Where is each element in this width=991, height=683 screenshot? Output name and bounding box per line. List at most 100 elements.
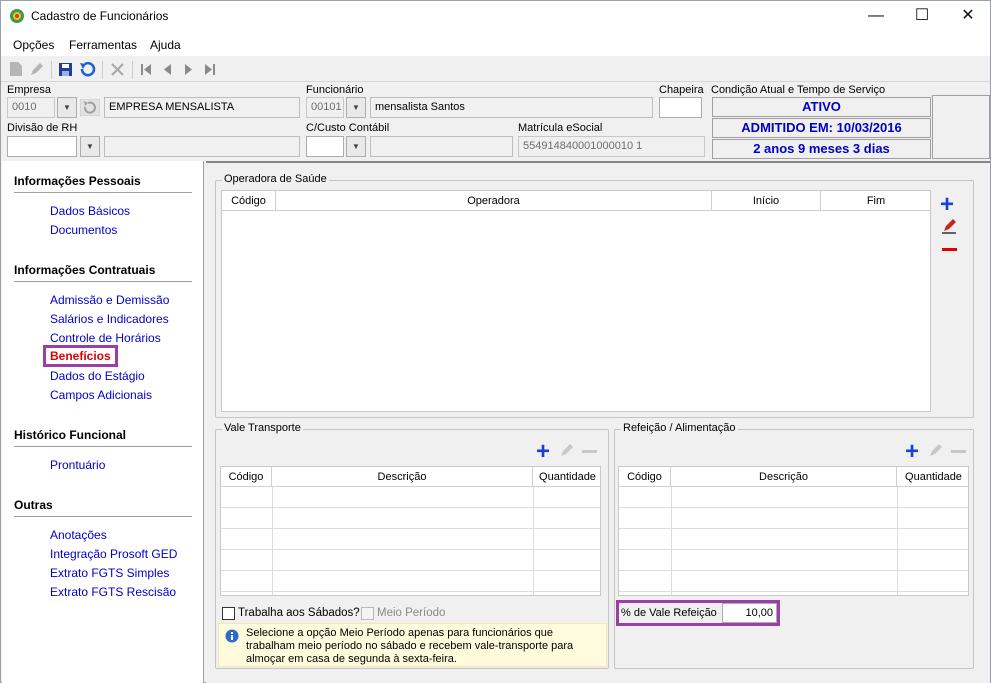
table-row[interactable]: [221, 571, 600, 592]
edit-saude-button[interactable]: [941, 217, 959, 235]
divisao-dropdown[interactable]: ▼: [80, 136, 100, 157]
maximize-button[interactable]: ☐: [899, 1, 945, 32]
meio-periodo-checkbox[interactable]: [361, 607, 374, 620]
section-divider: [14, 281, 192, 282]
sidebar-item-dados-basicos[interactable]: Dados Básicos: [50, 204, 130, 218]
refeicao-group: Refeição / Alimentação + Código Descriçã…: [614, 422, 974, 669]
sidebar-item-documentos[interactable]: Documentos: [50, 223, 117, 237]
ccusto-field[interactable]: [306, 136, 344, 157]
sidebar: Informações Pessoais Dados Básicos Docum…: [2, 161, 204, 683]
empresa-code-field[interactable]: 0010: [7, 97, 55, 118]
remove-refeicao-button[interactable]: [951, 450, 966, 453]
undo-icon[interactable]: [79, 61, 97, 77]
toolbar-separator: [132, 61, 133, 79]
edit-refeicao-button[interactable]: [927, 442, 945, 460]
vale-grid[interactable]: Código Descrição Quantidade: [220, 466, 601, 596]
info-icon: [225, 629, 239, 643]
next-record-icon[interactable]: [184, 63, 194, 76]
table-row[interactable]: [221, 550, 600, 571]
column-header-quantidade[interactable]: Quantidade: [897, 467, 968, 487]
refeicao-title: Refeição / Alimentação: [621, 422, 738, 434]
sidebar-item-anotacoes[interactable]: Anotações: [50, 528, 107, 542]
section-informacoes-pessoais: Informações Pessoais: [14, 174, 141, 188]
add-refeicao-button[interactable]: +: [905, 440, 919, 464]
column-header-inicio[interactable]: Início: [712, 191, 821, 211]
sidebar-item-admissao[interactable]: Admissão e Demissão: [50, 293, 169, 307]
sidebar-item-prontuario[interactable]: Prontuário: [50, 458, 105, 472]
empresa-dropdown[interactable]: ▼: [57, 97, 77, 118]
table-row[interactable]: [221, 529, 600, 550]
column-divider: [671, 487, 672, 595]
edit-vale-button[interactable]: [558, 442, 576, 460]
toolbar-divider: [1, 81, 990, 82]
menu-ajuda[interactable]: Ajuda: [150, 38, 181, 52]
saude-grid[interactable]: Código Operadora Início Fim: [221, 190, 931, 412]
sidebar-item-campos-adicionais[interactable]: Campos Adicionais: [50, 388, 152, 402]
save-icon[interactable]: [58, 62, 73, 77]
divisao-name-field: [104, 136, 300, 157]
divisao-label: Divisão de RH: [7, 122, 78, 134]
column-header-descricao[interactable]: Descrição: [671, 467, 897, 487]
add-vale-button[interactable]: +: [536, 440, 550, 464]
trabalha-sabados-label: Trabalha aos Sábados?: [238, 607, 360, 619]
empresa-label: Empresa: [7, 84, 52, 96]
toolbar-separator: [102, 61, 103, 79]
last-record-icon[interactable]: [204, 63, 216, 76]
sidebar-item-prosoft-ged[interactable]: Integração Prosoft GED: [50, 547, 177, 561]
photo-box[interactable]: [932, 95, 990, 159]
remove-saude-button[interactable]: [942, 248, 957, 251]
column-divider: [533, 487, 534, 595]
column-header-codigo[interactable]: Código: [221, 467, 272, 487]
sidebar-item-salarios[interactable]: Salários e Indicadores: [50, 312, 169, 326]
trabalha-sabados-checkbox[interactable]: [222, 607, 235, 620]
funcionario-code-field[interactable]: 00101: [306, 97, 344, 118]
edit-icon[interactable]: [29, 61, 45, 77]
menu-opcoes[interactable]: Opções: [13, 38, 54, 52]
column-divider: [272, 487, 273, 595]
previous-record-icon[interactable]: [162, 63, 172, 76]
refresh-icon[interactable]: [80, 99, 100, 116]
funcionario-label: Funcionário: [306, 84, 364, 96]
column-header-fim[interactable]: Fim: [821, 191, 930, 211]
close-button[interactable]: ✕: [945, 1, 991, 32]
ccusto-label: C/Custo Contábil: [306, 122, 390, 134]
vale-refeicao-label: % de Vale Refeição: [621, 607, 717, 619]
add-saude-button[interactable]: +: [940, 193, 954, 217]
section-outras: Outras: [14, 498, 53, 512]
funcionario-dropdown[interactable]: ▼: [346, 97, 366, 118]
delete-icon[interactable]: [110, 62, 125, 77]
column-header-codigo[interactable]: Código: [222, 191, 276, 211]
main-window: Cadastro de Funcionários — ☐ ✕ Opções Fe…: [0, 0, 991, 683]
new-document-icon[interactable]: [9, 61, 23, 77]
chapeira-field[interactable]: [659, 97, 702, 118]
section-historico-funcional: Histórico Funcional: [14, 428, 127, 442]
column-header-codigo[interactable]: Código: [619, 467, 671, 487]
minimize-button[interactable]: —: [853, 1, 899, 32]
table-row[interactable]: [221, 508, 600, 529]
column-header-descricao[interactable]: Descrição: [272, 467, 533, 487]
toolbar-separator: [51, 61, 52, 79]
table-row[interactable]: [221, 487, 600, 508]
vale-transporte-group: Vale Transporte + Código Descrição Quant…: [215, 422, 609, 669]
first-record-icon[interactable]: [140, 63, 152, 76]
refeicao-grid[interactable]: Código Descrição Quantidade: [618, 466, 969, 596]
info-text: Selecione a opção Meio Período apenas pa…: [246, 627, 574, 665]
sidebar-item-estagio[interactable]: Dados do Estágio: [50, 369, 145, 383]
saude-group: Operadora de Saúde Código Operadora Iníc…: [215, 173, 974, 418]
ccusto-dropdown[interactable]: ▼: [346, 136, 366, 157]
vale-refeicao-percent-field[interactable]: 10,00: [722, 603, 777, 623]
column-header-quantidade[interactable]: Quantidade: [533, 467, 600, 487]
sidebar-item-fgts-rescisao[interactable]: Extrato FGTS Rescisão: [50, 585, 176, 599]
divisao-field[interactable]: [7, 136, 77, 157]
meio-periodo-label: Meio Período: [377, 607, 446, 619]
empresa-name-field: EMPRESA MENSALISTA: [104, 97, 300, 118]
sidebar-item-beneficios[interactable]: Benefícios: [50, 349, 111, 363]
benefits-panel: Operadora de Saúde Código Operadora Iníc…: [206, 161, 990, 683]
sidebar-item-horarios[interactable]: Controle de Horários: [50, 331, 161, 345]
remove-vale-button[interactable]: [582, 450, 597, 453]
chapeira-label: Chapeira: [659, 84, 704, 96]
column-header-operadora[interactable]: Operadora: [276, 191, 712, 211]
menu-ferramentas[interactable]: Ferramentas: [69, 38, 137, 52]
service-time: 2 anos 9 meses 3 dias: [712, 139, 931, 159]
sidebar-item-fgts-simples[interactable]: Extrato FGTS Simples: [50, 566, 169, 580]
